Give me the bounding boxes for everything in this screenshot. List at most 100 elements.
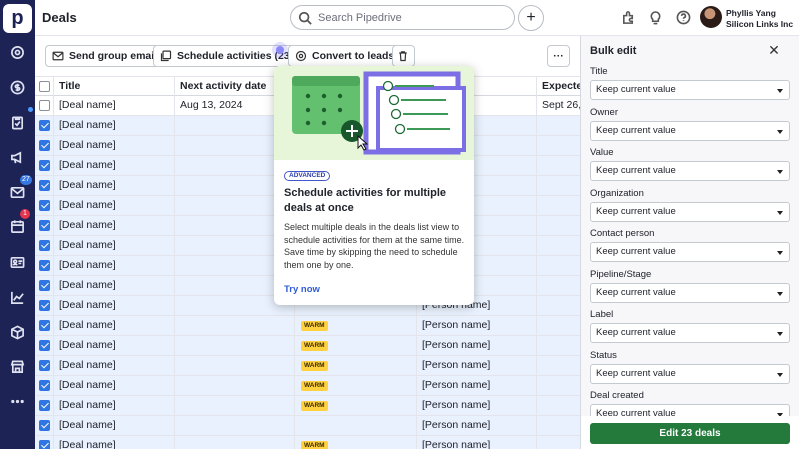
table-row[interactable]: [Deal name] [Person name]: [35, 416, 580, 436]
deal-title-cell[interactable]: [Deal name]: [54, 316, 175, 335]
next-activity-cell[interactable]: [175, 336, 295, 355]
next-activity-cell[interactable]: [175, 396, 295, 415]
more-icon[interactable]: [6, 390, 29, 412]
label-cell[interactable]: [295, 416, 417, 435]
store-icon[interactable]: [6, 355, 29, 377]
lightbulb-icon[interactable]: [647, 9, 664, 26]
search-input[interactable]: [318, 11, 498, 24]
expected-close-cell[interactable]: [537, 236, 580, 255]
try-now-link[interactable]: Try now: [284, 284, 320, 295]
avatar[interactable]: [700, 6, 722, 28]
row-checkbox[interactable]: [39, 280, 50, 291]
dollar-icon[interactable]: [6, 76, 29, 98]
expected-close-cell[interactable]: [537, 356, 580, 375]
table-row[interactable]: [Deal name] WARM [Person name]: [35, 396, 580, 416]
quick-add-button[interactable]: +: [518, 5, 544, 31]
person-cell[interactable]: [Person name]: [417, 316, 537, 335]
column-title[interactable]: Title: [54, 77, 175, 96]
expected-close-cell[interactable]: [537, 156, 580, 175]
row-checkbox[interactable]: [39, 380, 50, 391]
expected-close-cell[interactable]: [537, 116, 580, 135]
label-cell[interactable]: WARM: [295, 316, 417, 335]
next-activity-cell[interactable]: [175, 436, 295, 449]
next-activity-cell[interactable]: [175, 416, 295, 435]
chart-icon[interactable]: [6, 286, 29, 308]
target-icon[interactable]: [6, 41, 29, 63]
row-checkbox[interactable]: [39, 300, 50, 311]
row-checkbox[interactable]: [39, 180, 50, 191]
row-checkbox[interactable]: [39, 360, 50, 371]
row-checkbox[interactable]: [39, 220, 50, 231]
label-cell[interactable]: WARM: [295, 436, 417, 449]
expected-close-cell[interactable]: [537, 196, 580, 215]
expected-close-cell[interactable]: [537, 136, 580, 155]
deal-title-cell[interactable]: [Deal name]: [54, 356, 175, 375]
expected-close-cell[interactable]: [537, 216, 580, 235]
column-expected-close[interactable]: Expected: [537, 77, 580, 96]
table-row[interactable]: [Deal name] WARM [Person name]: [35, 356, 580, 376]
person-cell[interactable]: [Person name]: [417, 396, 537, 415]
row-checkbox[interactable]: [39, 440, 50, 449]
table-row[interactable]: [Deal name] WARM [Person name]: [35, 316, 580, 336]
delete-button[interactable]: [392, 45, 415, 67]
deal-title-cell[interactable]: [Deal name]: [54, 116, 175, 135]
field-select[interactable]: Keep current value: [590, 201, 790, 222]
deal-title-cell[interactable]: [Deal name]: [54, 256, 175, 275]
clipboard-icon[interactable]: [6, 111, 29, 133]
expected-close-cell[interactable]: Sept 26,: [537, 96, 580, 115]
person-cell[interactable]: [Person name]: [417, 436, 537, 449]
close-icon[interactable]: ✕: [767, 43, 781, 57]
expected-close-cell[interactable]: [537, 296, 580, 315]
table-row[interactable]: [Deal name] WARM [Person name]: [35, 336, 580, 356]
next-activity-cell[interactable]: [175, 356, 295, 375]
expected-close-cell[interactable]: [537, 376, 580, 395]
deal-title-cell[interactable]: [Deal name]: [54, 236, 175, 255]
table-row[interactable]: [Deal name] WARM [Person name]: [35, 376, 580, 396]
person-cell[interactable]: [Person name]: [417, 336, 537, 355]
expected-close-cell[interactable]: [537, 276, 580, 295]
deal-title-cell[interactable]: [Deal name]: [54, 96, 175, 115]
field-select[interactable]: Keep current value: [590, 282, 790, 303]
row-checkbox[interactable]: [39, 140, 50, 151]
expected-close-cell[interactable]: [537, 416, 580, 435]
person-cell[interactable]: [Person name]: [417, 416, 537, 435]
field-select[interactable]: Keep current value: [590, 161, 790, 181]
deal-title-cell[interactable]: [Deal name]: [54, 176, 175, 195]
row-checkbox[interactable]: [39, 420, 50, 431]
deal-title-cell[interactable]: [Deal name]: [54, 196, 175, 215]
row-checkbox[interactable]: [39, 400, 50, 411]
row-checkbox[interactable]: [39, 240, 50, 251]
deal-title-cell[interactable]: [Deal name]: [54, 376, 175, 395]
row-checkbox[interactable]: [39, 340, 50, 351]
contacts-icon[interactable]: [6, 251, 29, 273]
expected-close-cell[interactable]: [537, 316, 580, 335]
deal-title-cell[interactable]: [Deal name]: [54, 136, 175, 155]
field-select[interactable]: Keep current value: [590, 120, 790, 141]
box-icon[interactable]: [6, 321, 29, 343]
edit-deals-button[interactable]: Edit 23 deals: [590, 423, 790, 444]
person-cell[interactable]: [Person name]: [417, 376, 537, 395]
person-cell[interactable]: [Person name]: [417, 356, 537, 375]
deal-title-cell[interactable]: [Deal name]: [54, 216, 175, 235]
field-select[interactable]: Keep current value: [590, 80, 790, 100]
label-cell[interactable]: WARM: [295, 376, 417, 395]
label-cell[interactable]: WARM: [295, 336, 417, 355]
deal-title-cell[interactable]: [Deal name]: [54, 396, 175, 415]
deal-title-cell[interactable]: [Deal name]: [54, 436, 175, 449]
expected-close-cell[interactable]: [537, 176, 580, 195]
label-cell[interactable]: WARM: [295, 396, 417, 415]
pipedrive-logo[interactable]: p: [3, 4, 32, 33]
row-checkbox[interactable]: [39, 260, 50, 271]
deal-title-cell[interactable]: [Deal name]: [54, 336, 175, 355]
row-checkbox[interactable]: [39, 160, 50, 171]
send-group-email-button[interactable]: Send group email: [45, 45, 165, 67]
search-box[interactable]: [290, 5, 515, 30]
expected-close-cell[interactable]: [537, 336, 580, 355]
label-cell[interactable]: WARM: [295, 356, 417, 375]
convert-to-leads-button[interactable]: Convert to leads: [288, 45, 402, 67]
extensions-icon[interactable]: [620, 9, 637, 26]
expected-close-cell[interactable]: [537, 256, 580, 275]
next-activity-cell[interactable]: [175, 376, 295, 395]
help-icon[interactable]: [675, 9, 692, 26]
next-activity-cell[interactable]: [175, 316, 295, 335]
